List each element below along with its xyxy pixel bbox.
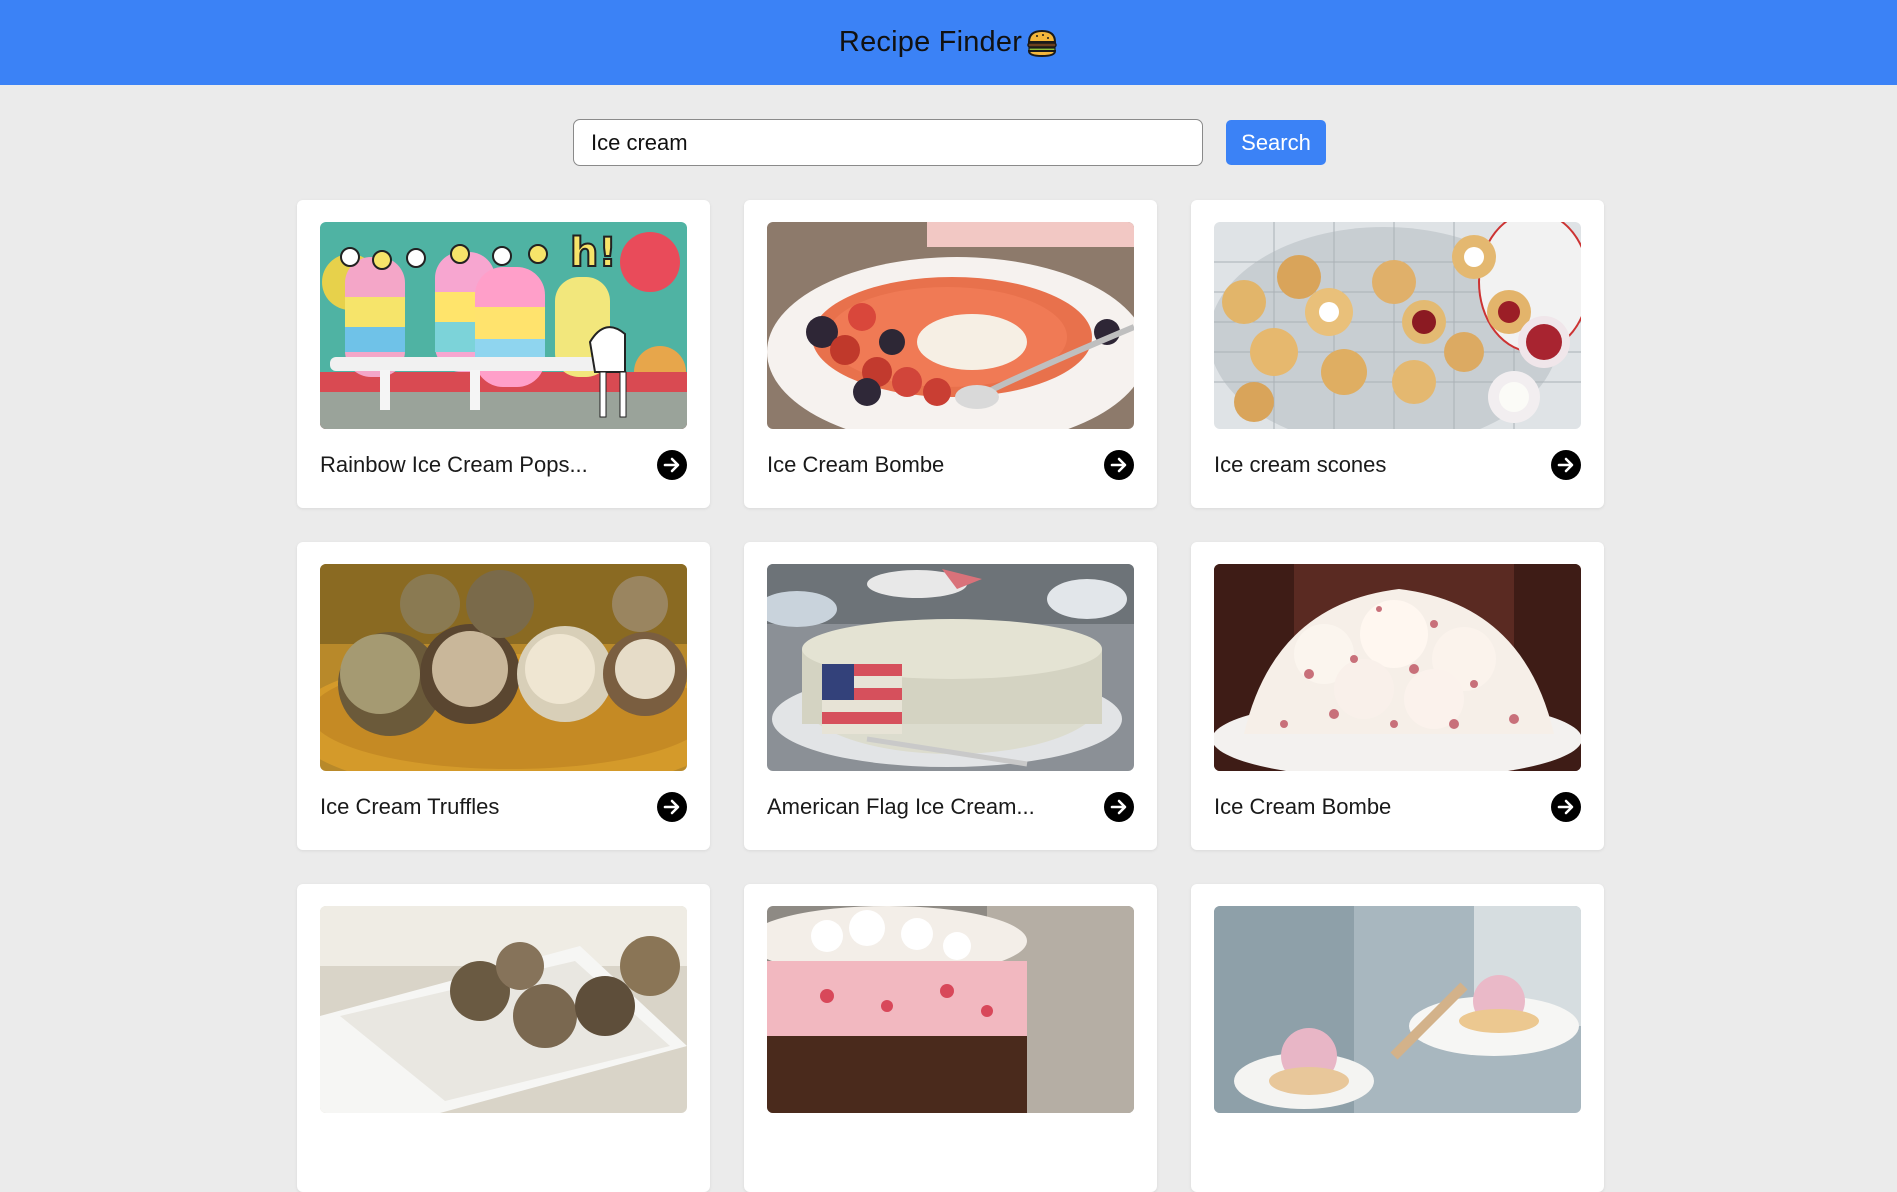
recipe-image[interactable]	[1214, 564, 1581, 771]
recipe-title: Ice Cream Bombe	[1214, 794, 1392, 819]
app-title: Recipe Finder	[838, 26, 1023, 58]
burger-icon	[1026, 29, 1058, 57]
search-button[interactable]: Search	[1226, 120, 1326, 165]
arrow-right-icon[interactable]	[1551, 450, 1581, 480]
recipe-card[interactable]: Ice Cream Bombe	[1191, 542, 1604, 850]
recipe-image[interactable]	[1214, 222, 1581, 429]
recipe-card[interactable]: Ice Cream Truffles	[297, 542, 710, 850]
recipe-title: American Flag Ice Cream...	[767, 794, 1035, 819]
recipe-card[interactable]: h! Rainbow Ice Cream Pops...	[297, 200, 710, 508]
arrow-right-icon[interactable]	[657, 792, 687, 822]
recipe-card[interactable]: Ice Cream Bombe	[744, 200, 1157, 508]
recipe-image[interactable]	[767, 906, 1134, 1113]
recipe-image[interactable]	[767, 564, 1134, 771]
search-bar: Search	[573, 119, 1326, 166]
recipe-title: Ice Cream Bombe	[767, 452, 945, 477]
arrow-right-icon[interactable]	[1551, 792, 1581, 822]
arrow-right-icon[interactable]	[657, 450, 687, 480]
recipe-image[interactable]: h!	[320, 222, 687, 429]
recipe-card-footer: Ice cream scones	[1214, 448, 1581, 482]
recipe-card-footer: Ice Cream Bombe	[767, 448, 1134, 482]
recipe-image[interactable]	[767, 222, 1134, 429]
recipe-image[interactable]	[1214, 906, 1581, 1113]
recipe-card[interactable]: American Flag Ice Cream...	[744, 542, 1157, 850]
recipe-card-footer: Ice Cream Bombe	[1214, 790, 1581, 824]
app-title-group: Recipe Finder	[839, 26, 1058, 59]
recipe-card-footer	[1214, 1132, 1581, 1166]
recipe-image[interactable]	[320, 906, 687, 1113]
recipe-card-footer: American Flag Ice Cream...	[767, 790, 1134, 824]
recipe-card[interactable]	[744, 884, 1157, 1192]
app-header: Recipe Finder	[0, 0, 1897, 85]
svg-text:h!: h!	[570, 230, 617, 276]
search-input[interactable]	[573, 119, 1203, 166]
recipe-title: Ice Cream Truffles	[320, 794, 500, 819]
recipe-title: Ice cream scones	[1214, 452, 1387, 477]
recipe-card-footer	[320, 1132, 687, 1166]
recipe-card[interactable]	[297, 884, 710, 1192]
recipe-card-footer: Rainbow Ice Cream Pops...	[320, 448, 687, 482]
recipe-grid: h! Rainbow Ice Cream Pops... Ice Cream B…	[297, 200, 1604, 1192]
arrow-right-icon[interactable]	[1104, 792, 1134, 822]
recipe-card[interactable]	[1191, 884, 1604, 1192]
arrow-right-icon[interactable]	[1104, 450, 1134, 480]
recipe-card[interactable]: Ice cream scones	[1191, 200, 1604, 508]
recipe-title: Rainbow Ice Cream Pops...	[320, 452, 588, 477]
recipe-card-footer	[767, 1132, 1134, 1166]
recipe-image[interactable]	[320, 564, 687, 771]
recipe-card-footer: Ice Cream Truffles	[320, 790, 687, 824]
